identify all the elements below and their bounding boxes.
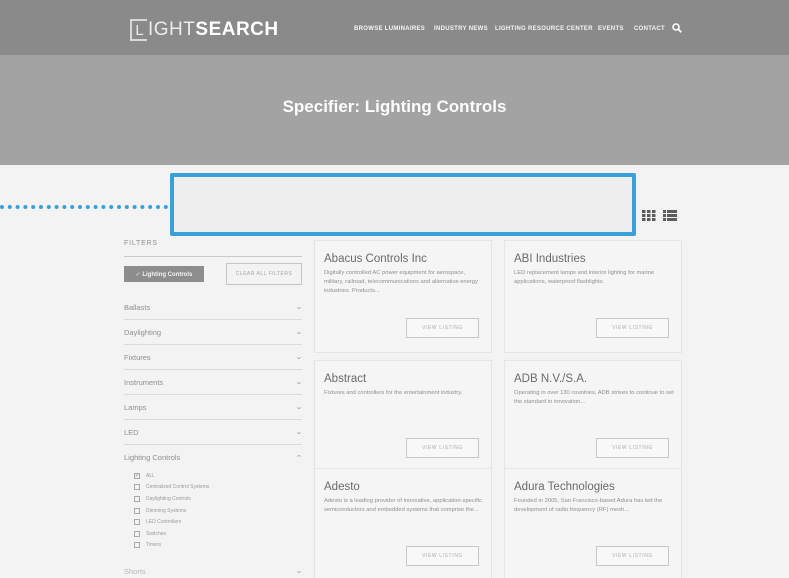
main-nav: BROWSE LUMINAIRES INDUSTRY NEWS LIGHTING… <box>354 26 665 32</box>
chevron-up-icon: ⌃ <box>294 454 304 462</box>
listing-card: Abstract Fixtures and controllers for th… <box>314 360 492 473</box>
page-title: Specifier: Lighting Controls <box>282 97 507 116</box>
listing-title[interactable]: Abacus Controls Inc <box>324 253 427 265</box>
grid-view-icon[interactable] <box>642 210 656 221</box>
chevron-down-icon: ⌄ <box>294 568 304 576</box>
page-hero: Specifier: Lighting Controls <box>0 55 789 165</box>
search-icon[interactable] <box>672 23 682 33</box>
nav-lighting-resource-center[interactable]: LIGHTING RESOURCE CENTER <box>495 26 593 32</box>
listing-title[interactable]: Abstract <box>324 373 366 385</box>
chevron-down-icon: ⌄ <box>294 404 304 411</box>
option-switches[interactable]: Switches <box>134 528 302 540</box>
filter-category-ballasts[interactable]: Ballasts ⌄ <box>124 295 304 320</box>
chevron-down-icon: ⌄ <box>294 379 304 386</box>
filter-category-fixtures[interactable]: Fixtures ⌄ <box>124 345 304 370</box>
checkbox-checked[interactable]: ✓ <box>134 472 140 479</box>
option-all[interactable]: ✓ ALL <box>134 470 302 482</box>
checkbox[interactable] <box>134 484 140 491</box>
view-listing-button[interactable]: VIEW LISTING <box>596 546 669 566</box>
clear-all-filters-button[interactable]: CLEAR ALL FILTERS <box>226 263 302 285</box>
active-filters-row: ✓ Lighting Controls CLEAR ALL FILTERS <box>124 263 302 285</box>
view-listing-button[interactable]: VIEW LISTING <box>406 438 479 458</box>
view-toggle <box>642 210 677 221</box>
annotation-dotted-line <box>0 205 168 209</box>
nav-events[interactable]: EVENTS <box>598 26 624 32</box>
chevron-down-icon: ⌄ <box>294 429 304 436</box>
listing-card: Adesto Adesto is a leading provider of i… <box>314 468 492 578</box>
listing-description: Founded in 2005, San Francisco-based Adu… <box>514 498 663 514</box>
nav-contact[interactable]: CONTACT <box>634 26 665 32</box>
filter-category-led[interactable]: LED ⌄ <box>124 420 304 445</box>
option-timers[interactable]: Timers <box>134 540 302 552</box>
filters-heading: FILTERS <box>124 240 158 247</box>
nav-industry-news[interactable]: INDUSTRY NEWS <box>434 26 488 32</box>
listing-card: Abacus Controls Inc Digitally controlled… <box>314 240 492 353</box>
filter-category-daylighting[interactable]: Daylighting ⌄ <box>124 320 304 345</box>
filter-category-lighting-controls[interactable]: Lighting Controls ⌃ <box>124 445 304 470</box>
listing-description: Operating in over 130 countries, ADB str… <box>514 390 674 406</box>
filter-category-shorts[interactable]: Shorts ⌄ <box>124 560 304 578</box>
filters-sidebar: FILTERS ✓ Lighting Controls CLEAR ALL FI… <box>124 240 304 578</box>
view-listing-button[interactable]: VIEW LISTING <box>596 438 669 458</box>
logo-text: IGHTSEARCH <box>148 19 279 40</box>
checkbox[interactable] <box>134 519 140 526</box>
checkbox[interactable] <box>134 507 140 514</box>
listing-title[interactable]: Adura Technologies <box>514 481 615 493</box>
logo-mark: L <box>130 19 147 41</box>
site-logo[interactable]: L IGHTSEARCH <box>130 18 279 42</box>
view-listing-button[interactable]: VIEW LISTING <box>406 546 479 566</box>
chevron-down-icon: ⌄ <box>294 329 304 336</box>
filter-category-lamps[interactable]: Lamps ⌄ <box>124 395 304 420</box>
option-led-controllers[interactable]: LED Controllers <box>134 516 302 528</box>
divider <box>124 256 302 257</box>
view-listing-button[interactable]: VIEW LISTING <box>596 318 669 338</box>
listing-card: Adura Technologies Founded in 2005, San … <box>504 468 682 578</box>
chevron-down-icon: ⌄ <box>294 354 304 361</box>
listing-title[interactable]: ADB N.V./S.A. <box>514 373 587 385</box>
option-dimming-systems[interactable]: Dimming Systems <box>134 505 302 517</box>
listing-description: LED replacement lamps and interior light… <box>514 270 655 286</box>
listing-description: Digitally controlled AC power equipment … <box>324 270 478 295</box>
checkbox[interactable] <box>134 530 140 537</box>
listing-title[interactable]: Adesto <box>324 481 360 493</box>
listing-card: ABI Industries LED replacement lamps and… <box>504 240 682 353</box>
top-navigation-bar: L IGHTSEARCH BROWSE LUMINAIRES INDUSTRY … <box>0 0 789 55</box>
active-filter-chip[interactable]: ✓ Lighting Controls <box>124 266 204 282</box>
view-listing-button[interactable]: VIEW LISTING <box>406 318 479 338</box>
filter-category-list: Ballasts ⌄ Daylighting ⌄ Fixtures ⌄ Instrum… <box>124 295 304 578</box>
chevron-down-icon: ⌄ <box>294 304 304 311</box>
list-view-icon[interactable] <box>663 210 677 221</box>
filter-category-instruments[interactable]: Instruments ⌄ <box>124 370 304 395</box>
checkbox[interactable] <box>134 495 140 502</box>
option-centralized-control-systems[interactable]: Centralized Control Systems <box>134 482 302 494</box>
listing-description: Adesto is a leading provider of innovati… <box>324 498 482 514</box>
nav-browse-luminaires[interactable]: BROWSE LUMINAIRES <box>354 26 425 32</box>
listing-card: ADB N.V./S.A. Operating in over 130 coun… <box>504 360 682 473</box>
highlighted-empty-area <box>170 173 636 236</box>
listing-description: Fixtures and controllers for the enterta… <box>324 390 463 396</box>
checkbox[interactable] <box>134 542 140 549</box>
listing-title[interactable]: ABI Industries <box>514 253 586 265</box>
lighting-controls-options: ✓ ALL Centralized Control Systems Dayligh… <box>124 470 302 551</box>
option-daylighting-controls[interactable]: Daylighting Controls <box>134 493 302 505</box>
